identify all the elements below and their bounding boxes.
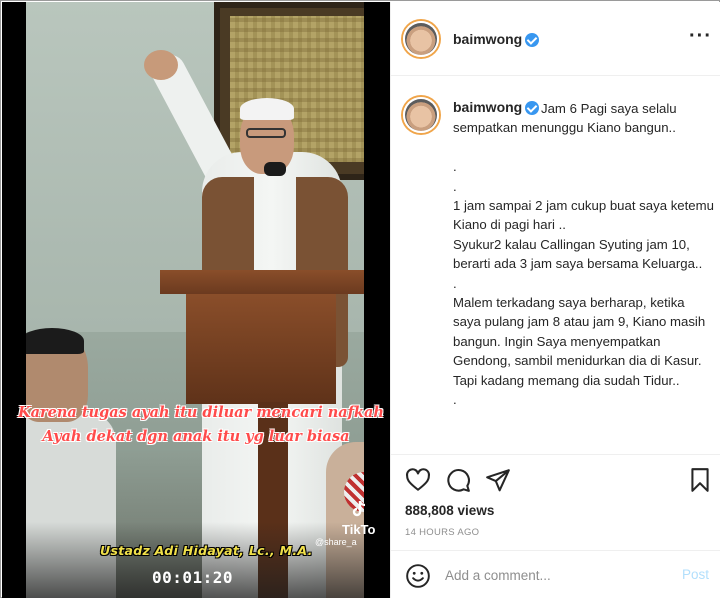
- caption-line: [453, 138, 715, 157]
- post-comment-button[interactable]: Post: [682, 567, 709, 582]
- post-side-panel: baimwong ··· baimwong Jam 6 Pagi saya se…: [390, 2, 720, 598]
- caption-line: .: [453, 178, 457, 194]
- tiktok-watermark: TikTo: [342, 522, 376, 537]
- more-options-icon[interactable]: ···: [689, 26, 713, 47]
- bookmark-icon[interactable]: [687, 467, 713, 493]
- heart-icon[interactable]: [405, 467, 431, 493]
- video-subtitle-line-1: Karena tugas ayah itu diluar mencari naf…: [18, 404, 384, 421]
- comment-bar: Post: [391, 550, 720, 598]
- post-dialog: Karena tugas ayah itu diluar mencari naf…: [0, 0, 720, 598]
- video-subtitle-line-2: Ayah dekat dgn anak itu yg luar biasa: [42, 428, 350, 445]
- caption-line: Syukur2 kalau Callingan Syuting jam 10, …: [453, 236, 703, 272]
- speaker-name-caption: Ustadz Adi Hidayat, Lc., M.A.: [100, 543, 313, 558]
- emoji-icon[interactable]: [405, 563, 431, 589]
- video-timestamp: 00:01:20: [152, 568, 234, 587]
- header-username[interactable]: baimwong: [453, 31, 522, 47]
- paper-plane-icon[interactable]: [485, 467, 511, 493]
- caption-section[interactable]: baimwong Jam 6 Pagi saya selalu sempatka…: [391, 77, 720, 454]
- caption-line: .: [453, 392, 457, 408]
- video-player[interactable]: Karena tugas ayah itu diluar mencari naf…: [2, 2, 390, 598]
- avatar[interactable]: [403, 21, 439, 57]
- caption-avatar[interactable]: [403, 97, 439, 133]
- post-header: baimwong ···: [391, 2, 720, 76]
- view-count[interactable]: 888,808 views: [405, 503, 494, 518]
- caption-line: .: [453, 275, 457, 291]
- caption-first-line: Jam 6 Pagi saya selalu sempatkan menungg…: [453, 101, 677, 136]
- verified-badge-icon: [525, 33, 539, 47]
- post-timestamp[interactable]: 14 HOURS AGO: [405, 527, 479, 538]
- microphone: [264, 162, 286, 176]
- podium: [160, 270, 364, 294]
- caption-text: Jam 6 Pagi saya selalu sempatkan menungg…: [453, 99, 715, 410]
- video-frame: [26, 2, 364, 598]
- caption-line: Malem terkadang saya berharap, ketika sa…: [453, 295, 709, 369]
- caption-line: Tapi kadang memang dia sudah Tidur..: [453, 372, 680, 388]
- tiktok-logo-icon: [352, 500, 366, 517]
- comment-input[interactable]: [445, 565, 665, 585]
- caption-line: .: [453, 159, 457, 175]
- caption-line: 1 jam sampai 2 jam cukup buat saya ketem…: [453, 198, 718, 233]
- tiktok-username: @share_a: [315, 537, 357, 547]
- post-actions: 888,808 views 14 HOURS AGO: [391, 454, 720, 550]
- comment-icon[interactable]: [445, 467, 471, 493]
